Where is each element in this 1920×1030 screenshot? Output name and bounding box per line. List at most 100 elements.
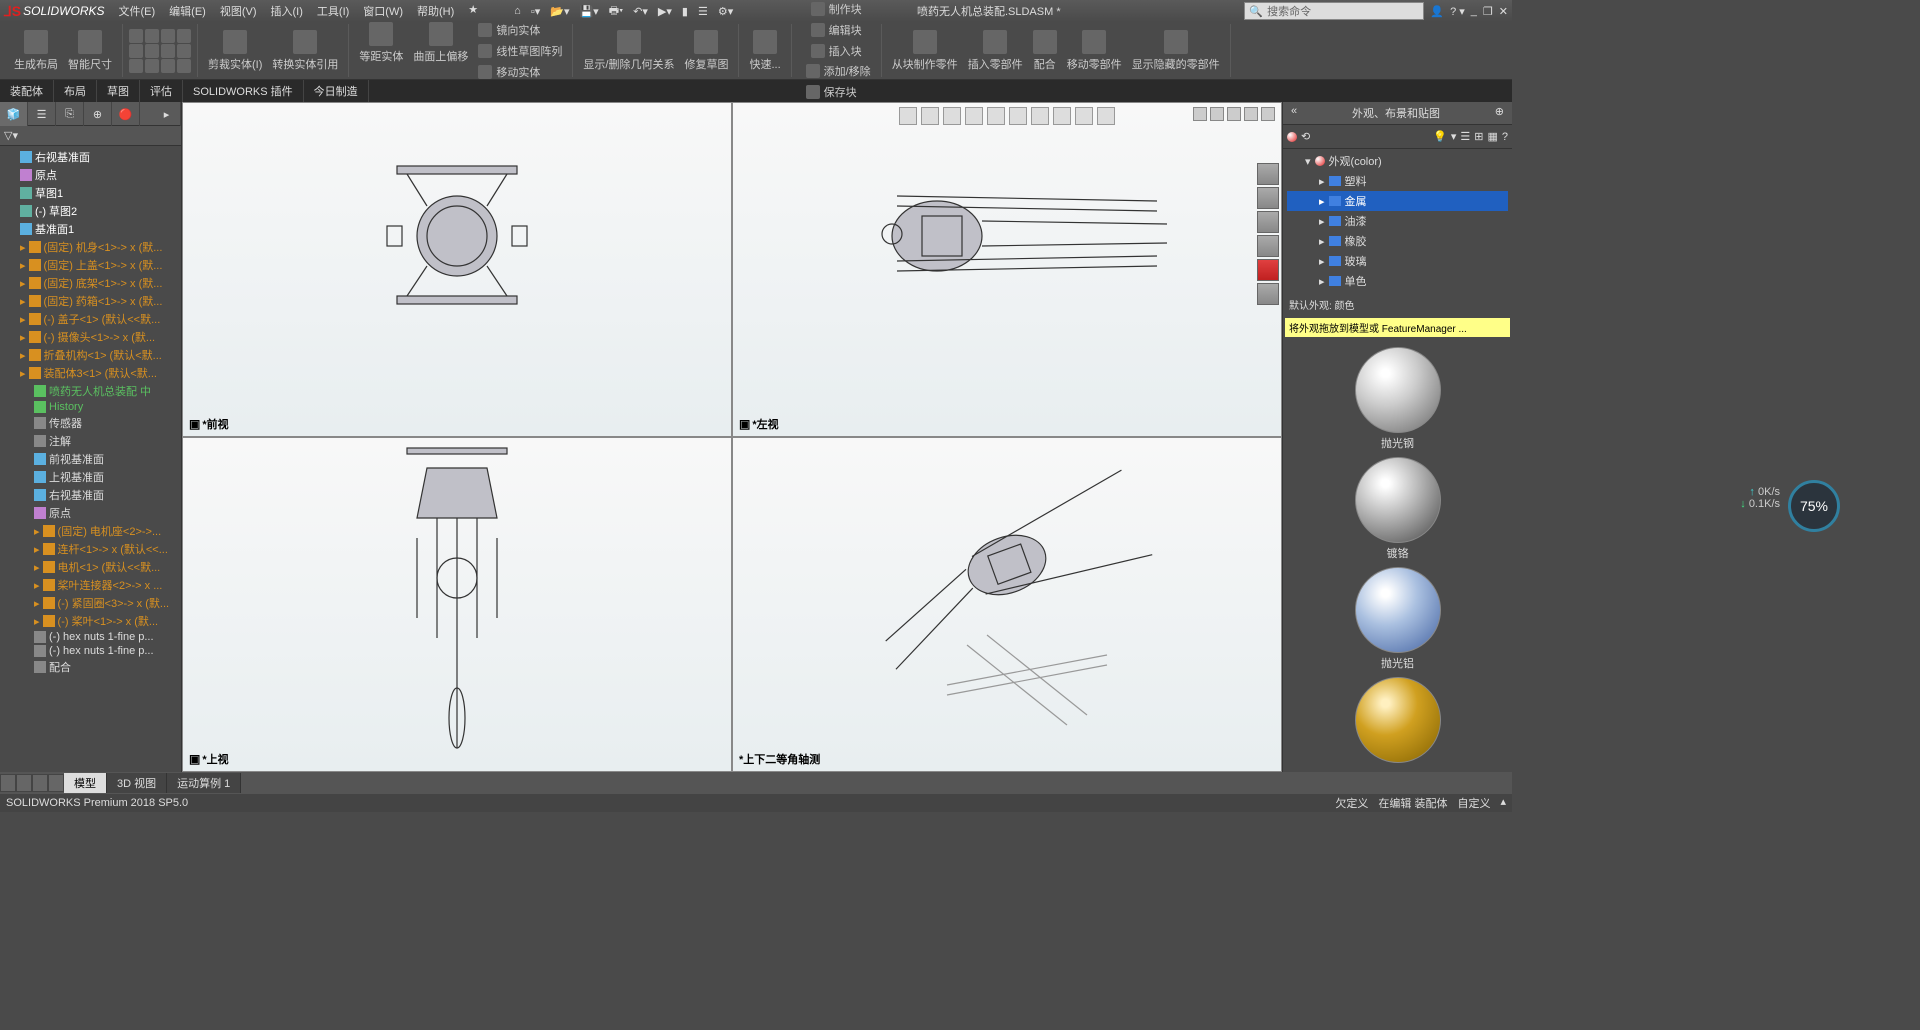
ribbon-make-block[interactable]: 制作块: [807, 0, 866, 19]
ellipse-icon[interactable]: [145, 59, 159, 73]
zoom-fit-icon[interactable]: [899, 107, 917, 125]
tab-mfg[interactable]: 今日制造: [304, 80, 369, 102]
fm-tab-config[interactable]: ⎘: [56, 102, 84, 126]
swatch-chrome[interactable]: 镀铬: [1355, 457, 1441, 561]
ribbon-create-layout[interactable]: 生成布局: [10, 28, 62, 74]
ribbon-move[interactable]: 移动实体: [474, 62, 566, 82]
display-style-icon[interactable]: [1009, 107, 1027, 125]
hide-show-icon[interactable]: [1031, 107, 1049, 125]
tree-item[interactable]: ▸ (-) 紧固圈<3>-> x (默...: [0, 594, 181, 612]
appearance-category[interactable]: ▸ 金属: [1287, 191, 1508, 211]
view-iso[interactable]: *上下二等角轴测: [732, 437, 1282, 772]
menu-view[interactable]: 视图(V): [214, 1, 263, 21]
tab-assembly[interactable]: 装配体: [0, 80, 54, 102]
rp-decal-icon[interactable]: ▾: [1451, 130, 1457, 143]
tree-item[interactable]: ▸ 连杆<1>-> x (默认<<...: [0, 540, 181, 558]
save-icon[interactable]: 💾▾: [579, 5, 598, 18]
view-min-icon[interactable]: [1227, 107, 1241, 121]
tab-prev-icon[interactable]: [16, 774, 32, 792]
appearance-category[interactable]: ▸ 橡胶: [1287, 231, 1508, 251]
prev-view-icon[interactable]: [943, 107, 961, 125]
tree-item[interactable]: 原点: [0, 166, 181, 184]
ribbon-show-hidden[interactable]: 显示隐藏的零部件: [1128, 28, 1224, 74]
btab-motion[interactable]: 运动算例 1: [167, 773, 241, 793]
tree-item[interactable]: 前视基准面: [0, 450, 181, 468]
line-icon[interactable]: [129, 29, 143, 43]
ribbon-mate[interactable]: 配合: [1029, 28, 1061, 74]
tp-appearance-icon[interactable]: [1257, 259, 1279, 281]
menu-star-icon[interactable]: ★: [462, 1, 484, 21]
tree-item[interactable]: 喷药无人机总装配 中: [0, 382, 181, 400]
view-settings-icon[interactable]: [1097, 107, 1115, 125]
settings-icon[interactable]: ⚙▾: [718, 5, 733, 18]
help-icon[interactable]: ? ▾: [1450, 5, 1465, 18]
tree-item[interactable]: ▸ (固定) 电机座<2>->...: [0, 522, 181, 540]
swatch-gold[interactable]: [1355, 677, 1441, 765]
open-icon[interactable]: 📂▾: [550, 5, 569, 18]
circle-icon[interactable]: [145, 29, 159, 43]
rp-back-icon[interactable]: ⟲: [1301, 130, 1310, 143]
tree-item[interactable]: 配合: [0, 658, 181, 676]
tab-last-icon[interactable]: [48, 774, 64, 792]
tree-item[interactable]: 注解: [0, 432, 181, 450]
select-icon[interactable]: ▶▾: [658, 5, 672, 18]
ribbon-edit-block[interactable]: 编辑块: [807, 20, 866, 40]
rp-view1-icon[interactable]: ☰: [1460, 130, 1470, 143]
point-icon[interactable]: [177, 44, 191, 58]
tab-evaluate[interactable]: 评估: [140, 80, 183, 102]
tree-item[interactable]: 基准面1: [0, 220, 181, 238]
tp-explorer-icon[interactable]: [1257, 211, 1279, 233]
menu-window[interactable]: 窗口(W): [357, 1, 409, 21]
tree-item[interactable]: ▸ (固定) 机身<1>-> x (默...: [0, 238, 181, 256]
user-icon[interactable]: 👤: [1430, 5, 1444, 18]
rebuild-icon[interactable]: ▮: [682, 5, 688, 18]
tree-item[interactable]: ▸ (-) 摄像头<1>-> x (默...: [0, 328, 181, 346]
fm-tab-dim[interactable]: ⊕: [84, 102, 112, 126]
swatch-polished-steel[interactable]: 抛光钢: [1355, 347, 1441, 451]
tree-item[interactable]: 右视基准面: [0, 486, 181, 504]
ribbon-save-block[interactable]: 保存块: [802, 82, 875, 102]
appearance-category[interactable]: ▸ 塑料: [1287, 171, 1508, 191]
fm-tab-display[interactable]: 🔴: [112, 102, 140, 126]
scene-icon[interactable]: [1075, 107, 1093, 125]
tp-view-icon[interactable]: [1257, 235, 1279, 257]
tree-item[interactable]: 右视基准面: [0, 148, 181, 166]
view-tile-icon[interactable]: [1193, 107, 1207, 121]
status-expand-icon[interactable]: ▴: [1500, 795, 1506, 811]
panel-collapse-icon[interactable]: «: [1291, 105, 1297, 117]
menu-tools[interactable]: 工具(I): [311, 1, 355, 21]
appearance-icon[interactable]: [1053, 107, 1071, 125]
panel-pin-icon[interactable]: ⊕: [1495, 105, 1504, 118]
view-left[interactable]: ▣ *左视: [732, 102, 1282, 437]
search-input[interactable]: 🔍 搜索命令: [1244, 2, 1424, 20]
ribbon-move-comp[interactable]: 移动零部件: [1063, 28, 1126, 74]
tree-item[interactable]: ▸ 折叠机构<1> (默认<默...: [0, 346, 181, 364]
ribbon-relations[interactable]: 显示/删除几何关系: [579, 28, 678, 74]
tab-next-icon[interactable]: [32, 774, 48, 792]
text-icon[interactable]: [161, 59, 175, 73]
ribbon-offset[interactable]: 等距实体: [355, 20, 407, 82]
minimize-icon[interactable]: _: [1471, 5, 1477, 17]
btab-model[interactable]: 模型: [64, 773, 107, 793]
tp-home-icon[interactable]: [1257, 163, 1279, 185]
tree-item[interactable]: History: [0, 400, 181, 414]
menu-help[interactable]: 帮助(H): [411, 1, 460, 21]
tree-item[interactable]: 上视基准面: [0, 468, 181, 486]
tree-item[interactable]: 原点: [0, 504, 181, 522]
fm-tab-tree[interactable]: 🧊: [0, 102, 28, 126]
tree-item[interactable]: ▸ (固定) 底架<1>-> x (默...: [0, 274, 181, 292]
plane-icon[interactable]: [177, 59, 191, 73]
rp-scene-icon[interactable]: 💡: [1433, 130, 1447, 143]
ribbon-from-block[interactable]: 从块制作零件: [888, 28, 962, 74]
fm-tab-expand[interactable]: ▸: [153, 102, 181, 126]
home-icon[interactable]: ⌂: [514, 5, 521, 17]
restore-icon[interactable]: ❐: [1483, 5, 1493, 18]
view-max-icon[interactable]: [1244, 107, 1258, 121]
tab-first-icon[interactable]: [0, 774, 16, 792]
menu-edit[interactable]: 编辑(E): [163, 1, 212, 21]
tab-addins[interactable]: SOLIDWORKS 插件: [183, 80, 304, 102]
appearance-category[interactable]: ▸ 玻璃: [1287, 251, 1508, 271]
tree-filter[interactable]: ▽▾: [0, 126, 181, 146]
tp-custom-icon[interactable]: [1257, 283, 1279, 305]
undo-icon[interactable]: ↶▾: [633, 5, 648, 18]
